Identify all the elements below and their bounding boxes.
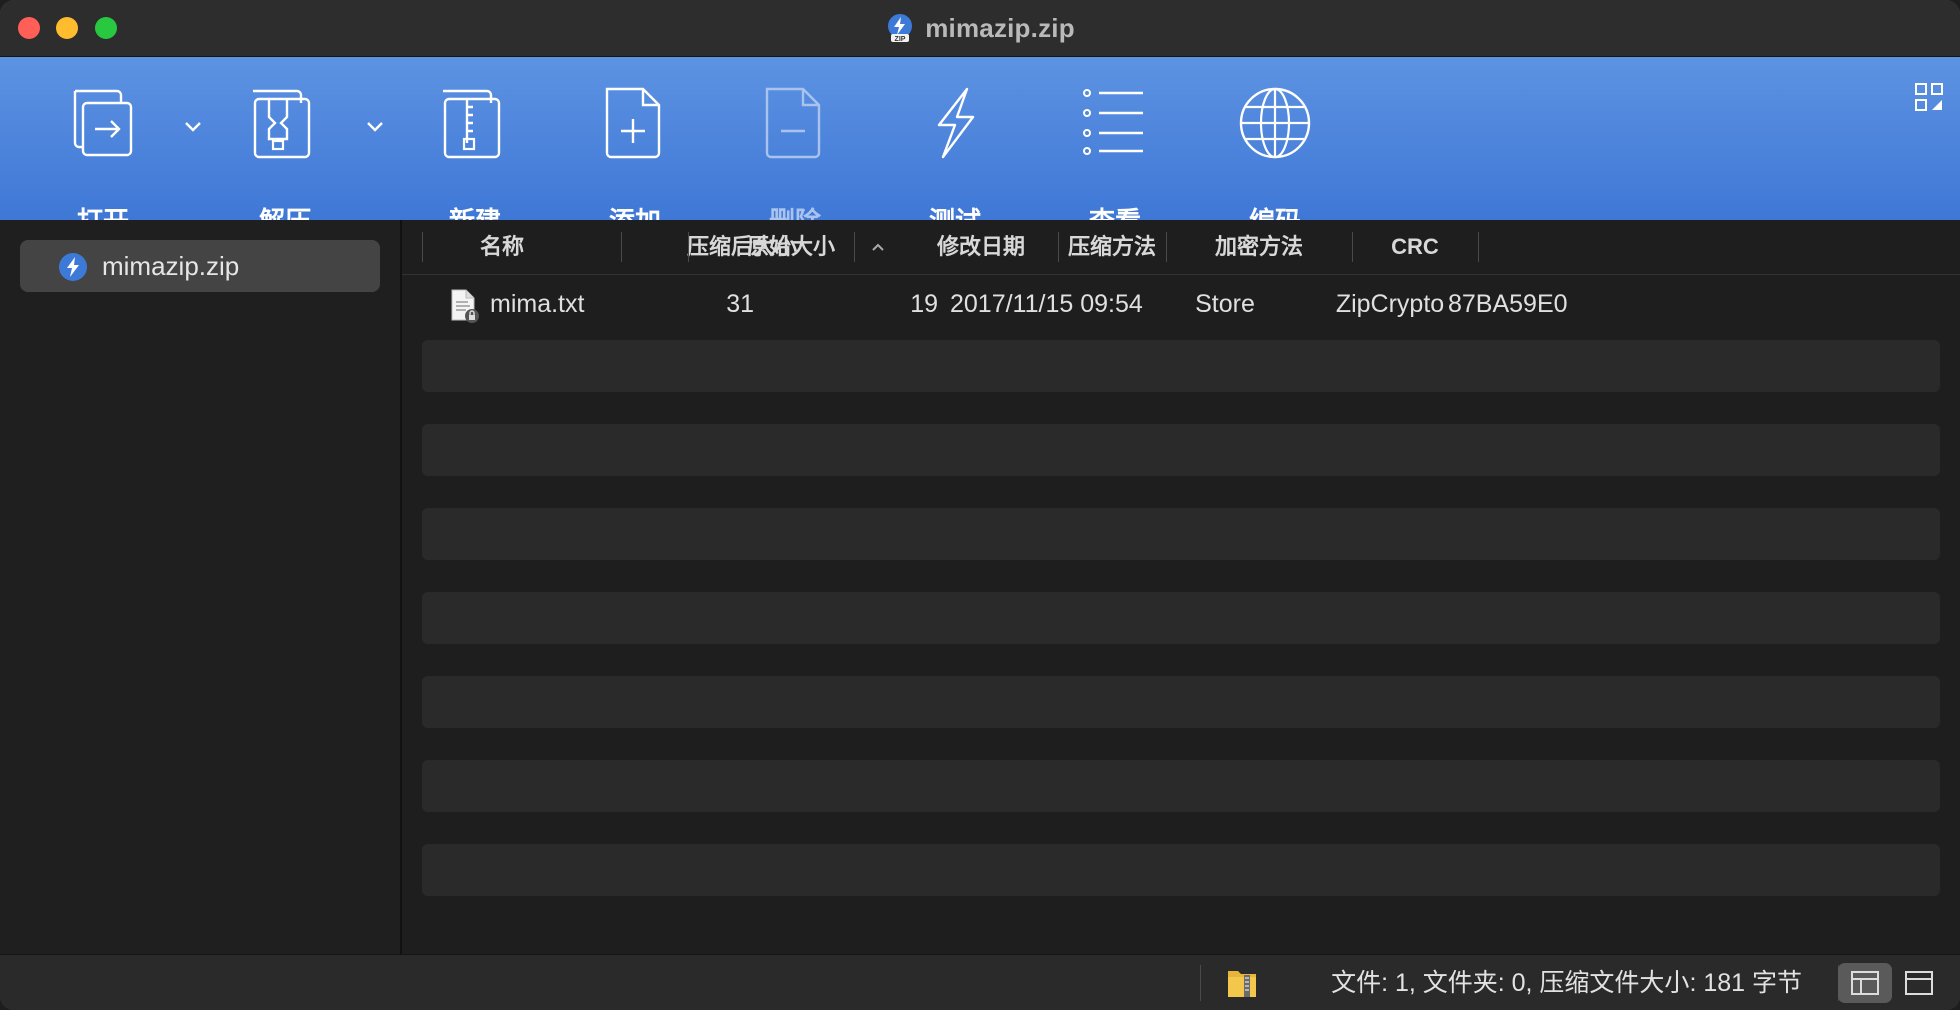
sidebar: mimazip.zip: [0, 220, 402, 954]
empty-row: [422, 508, 1940, 560]
column-header-crc[interactable]: CRC: [1352, 220, 1478, 274]
encoding-globe-icon: [1239, 87, 1311, 159]
layout-sidebar-toggle[interactable]: [1838, 963, 1892, 1003]
extract-button[interactable]: 解压: [220, 85, 350, 236]
single-pane-layout-icon: [1905, 971, 1933, 995]
column-separator: [1478, 232, 1479, 262]
empty-row: [422, 676, 1940, 728]
toolbar: 打开 解压 新建: [0, 57, 1960, 236]
empty-row: [422, 592, 1940, 644]
view-list-icon: [1083, 89, 1143, 155]
add-button[interactable]: 添加: [570, 85, 700, 236]
test-button[interactable]: 测试: [890, 85, 1020, 236]
layout-single-pane-toggle[interactable]: [1892, 963, 1946, 1003]
file-list: 名称 压缩后大小 原始大小 修改日期 压缩方法 加密方法 CRC mima.tx…: [402, 220, 1960, 954]
status-bar: 文件: 1, 文件夹: 0, 压缩文件大小: 181 字节: [0, 954, 1960, 1010]
cell-compressed-size: 31: [726, 290, 754, 318]
open-button[interactable]: 打开: [38, 85, 168, 236]
column-header-name[interactable]: 名称: [422, 220, 582, 274]
locked-file-icon: [451, 289, 479, 323]
window-title-group: ZIP mimazip.zip: [0, 0, 1960, 56]
open-dropdown-chevron-icon[interactable]: [178, 112, 208, 142]
sidebar-item-label: mimazip.zip: [102, 251, 240, 281]
status-separator: [1200, 965, 1201, 1001]
folder-zip-icon: [1228, 971, 1256, 997]
new-archive-icon: [443, 89, 501, 159]
delete-file-icon: [765, 87, 821, 159]
svg-text:ZIP: ZIP: [895, 36, 906, 43]
sidebar-layout-icon: [1851, 971, 1879, 995]
add-file-icon: [605, 87, 661, 159]
new-archive-button[interactable]: 新建: [410, 85, 540, 236]
status-summary: 文件: 1, 文件夹: 0, 压缩文件大小: 181 字节: [1331, 969, 1802, 997]
encoding-button[interactable]: 编码: [1210, 85, 1340, 236]
test-lightning-icon: [937, 87, 975, 159]
extract-dropdown-chevron-icon[interactable]: [360, 112, 390, 142]
view-button[interactable]: 查看: [1050, 85, 1180, 236]
empty-row: [422, 340, 1940, 392]
app-window: ZIP mimazip.zip 打开 解压: [0, 0, 1960, 1010]
column-header-encryption-method[interactable]: 加密方法: [1166, 220, 1352, 274]
empty-row: [422, 424, 1940, 476]
cell-compression-method: Store: [1195, 290, 1255, 318]
cell-modified-date: 2017/11/15 09:54: [950, 290, 1143, 318]
column-header-compression-method[interactable]: 压缩方法: [1058, 220, 1166, 274]
zip-archive-icon: ZIP: [888, 14, 913, 43]
toolbar-customize-grid-icon[interactable]: [1912, 80, 1946, 114]
delete-button[interactable]: 删除: [730, 85, 860, 236]
empty-row: [422, 760, 1940, 812]
open-icon: [73, 89, 133, 157]
window-title: mimazip.zip: [925, 12, 1075, 43]
cell-file-name: mima.txt: [490, 290, 585, 318]
zip-archive-icon: [59, 253, 87, 281]
table-row[interactable]: mima.txt 31 19 2017/11/15 09:54 Store Zi…: [422, 278, 1940, 330]
extract-icon: [253, 89, 311, 159]
cell-crc: 87BA59E0: [1448, 290, 1568, 318]
sidebar-item-mimazip[interactable]: mimazip.zip: [20, 240, 380, 292]
table-header: 名称 压缩后大小 原始大小 修改日期 压缩方法 加密方法 CRC: [402, 220, 1960, 275]
empty-row: [422, 844, 1940, 896]
cell-original-size: 19: [910, 290, 938, 318]
title-bar: ZIP mimazip.zip: [0, 0, 1960, 57]
